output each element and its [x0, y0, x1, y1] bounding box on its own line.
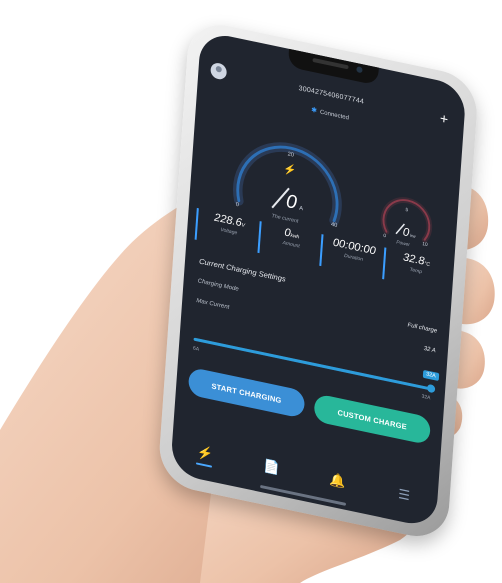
slider-max-label: 32A [421, 393, 431, 402]
power-gauge: 0 5 10 0 kw Power [380, 197, 433, 248]
max-current-value: 32 A [423, 345, 436, 355]
nav-records-tab[interactable]: 📄 [256, 451, 288, 483]
power-scale-min: 0 [383, 233, 386, 240]
slider-min-label: 6A [192, 345, 200, 353]
lightning-icon: ⚡ [196, 443, 214, 462]
current-unit: A [299, 206, 303, 213]
bluetooth-icon: ✱ [310, 106, 318, 115]
power-label: Power [396, 239, 410, 248]
add-device-icon[interactable]: + [436, 109, 453, 128]
phone-frame: 3004275406077744 + ✱ Connected 0 20 40 ⚡ … [157, 18, 480, 544]
menu-icon: ☰ [397, 485, 411, 504]
power-scale-max: 10 [422, 241, 428, 248]
charging-mode-value[interactable]: Full charge [407, 322, 437, 334]
slider-value-bubble: 32A [422, 369, 440, 382]
bell-icon: 🔔 [329, 471, 347, 490]
front-camera [356, 66, 363, 74]
speaker-grille [312, 57, 349, 70]
slider-handle[interactable] [426, 383, 436, 394]
current-scale-mid: 20 [287, 151, 294, 158]
current-value: 0 [285, 191, 297, 214]
settings-title: Current Charging Settings [198, 256, 286, 284]
power-unit: kw [410, 233, 416, 239]
current-scale-min: 0 [235, 202, 239, 209]
lightning-icon: ⚡ [283, 162, 297, 178]
nav-menu-tab[interactable]: ☰ [388, 479, 420, 511]
power-scale-mid: 5 [405, 207, 408, 214]
power-value: 0 [402, 226, 410, 239]
current-scale-max: 40 [331, 222, 338, 229]
nav-charge-tab[interactable]: ⚡ [189, 437, 221, 469]
voltage-unit: V [241, 222, 246, 229]
document-icon: 📄 [262, 457, 281, 476]
charging-mode-label: Charging Mode [197, 278, 239, 293]
nav-notifications-tab[interactable]: 🔔 [322, 465, 354, 497]
amount-unit: kwh [290, 232, 300, 241]
current-label: The current [271, 213, 299, 225]
app-screen: 3004275406077744 + ✱ Connected 0 20 40 ⚡ … [170, 30, 467, 529]
avatar[interactable] [210, 61, 228, 81]
temp-unit: °C [424, 260, 431, 268]
max-current-label: Max Current [196, 298, 230, 311]
